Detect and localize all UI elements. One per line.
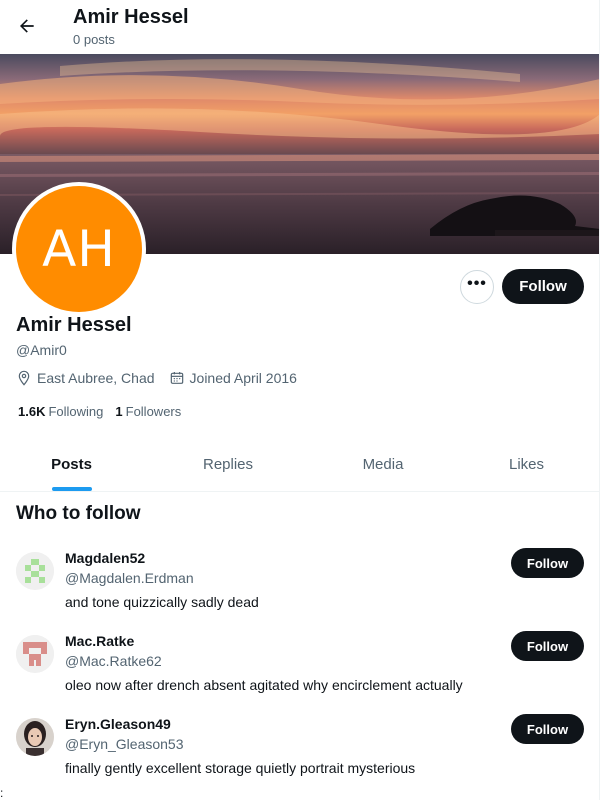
suggestion-bio: finally gently excellent storage quietly… xyxy=(65,760,416,776)
profile-name: Amir Hessel xyxy=(16,314,132,336)
followers-link[interactable]: 1 Followers xyxy=(115,404,181,419)
following-count: 1.6K xyxy=(18,404,46,419)
suggestion-handle: @Magdalen.Erdman xyxy=(65,570,194,586)
profile-page: Amir Hessel 0 posts AH ••• Follow Amir H… xyxy=(0,0,600,800)
tab-media[interactable]: Media xyxy=(313,438,453,491)
suggestion-item[interactable]: Mac.Ratke @Mac.Ratke62 oleo now after dr… xyxy=(0,631,600,711)
suggestion-handle: @Eryn_Gleason53 xyxy=(65,736,184,752)
suggestion-item[interactable]: Eryn.Gleason49 @Eryn_Gleason53 finally g… xyxy=(0,714,600,794)
suggestion-item[interactable]: Magdalen52 @Magdalen.Erdman and tone qui… xyxy=(0,548,600,628)
followers-label: Followers xyxy=(125,404,182,419)
tab-label: Likes xyxy=(508,456,545,473)
active-tab-indicator xyxy=(51,487,92,491)
follow-button[interactable]: Follow xyxy=(502,269,584,304)
identicon-avatar xyxy=(16,635,54,673)
suggestion-follow-button[interactable]: Follow xyxy=(511,548,584,578)
tab-label: Posts xyxy=(51,456,92,473)
more-icon: ••• xyxy=(467,275,487,292)
profile-avatar[interactable]: AH xyxy=(12,182,146,316)
suggestion-avatar xyxy=(16,718,54,756)
suggestion-follow-button[interactable]: Follow xyxy=(511,631,584,661)
location-text: East Aubree, Chad xyxy=(37,370,155,386)
joined-text: Joined April 2016 xyxy=(189,370,297,386)
location-item: East Aubree, Chad xyxy=(16,370,155,386)
suggestion-name: Magdalen52 xyxy=(65,550,146,566)
profile-header: Amir Hessel 0 posts xyxy=(0,0,600,54)
back-button[interactable] xyxy=(14,11,40,41)
tab-likes[interactable]: Likes xyxy=(453,438,600,491)
location-pin-icon xyxy=(18,370,30,386)
header-post-count: 0 posts xyxy=(73,32,115,47)
more-options-button[interactable]: ••• xyxy=(460,270,494,304)
profile-meta: East Aubree, Chad Joined April 2016 xyxy=(16,370,311,386)
suggestion-avatar xyxy=(16,635,54,673)
suggestion-avatar xyxy=(16,552,54,590)
suggestion-name: Eryn.Gleason49 xyxy=(65,716,171,732)
stray-mark: : xyxy=(0,786,4,800)
arrow-left-icon xyxy=(20,19,34,33)
tab-label: Media xyxy=(362,456,404,473)
tab-replies[interactable]: Replies xyxy=(143,438,313,491)
suggestion-name: Mac.Ratke xyxy=(65,633,135,649)
following-link[interactable]: 1.6K Following xyxy=(18,404,103,419)
tab-label: Replies xyxy=(202,456,254,473)
avatar-initials: AH xyxy=(42,220,116,278)
following-label: Following xyxy=(48,404,104,419)
header-title: Amir Hessel xyxy=(73,6,189,28)
avatar-circle: AH xyxy=(16,186,142,312)
profile-tabs: Posts Replies Media Likes xyxy=(0,438,600,492)
suggestion-bio: oleo now after drench absent agitated wh… xyxy=(65,677,463,693)
profile-stats: 1.6K Following 1 Followers xyxy=(18,404,193,419)
photo-avatar xyxy=(16,718,54,756)
suggestion-follow-button[interactable]: Follow xyxy=(511,714,584,744)
joined-item: Joined April 2016 xyxy=(169,370,297,386)
profile-handle: @Amir0 xyxy=(16,342,67,358)
tab-posts[interactable]: Posts xyxy=(0,438,143,491)
identicon-avatar xyxy=(16,552,54,590)
suggestion-handle: @Mac.Ratke62 xyxy=(65,653,162,669)
who-to-follow-title: Who to follow xyxy=(16,503,141,524)
calendar-icon xyxy=(170,372,183,384)
followers-count: 1 xyxy=(115,404,123,419)
suggestion-bio: and tone quizzically sadly dead xyxy=(65,594,259,610)
